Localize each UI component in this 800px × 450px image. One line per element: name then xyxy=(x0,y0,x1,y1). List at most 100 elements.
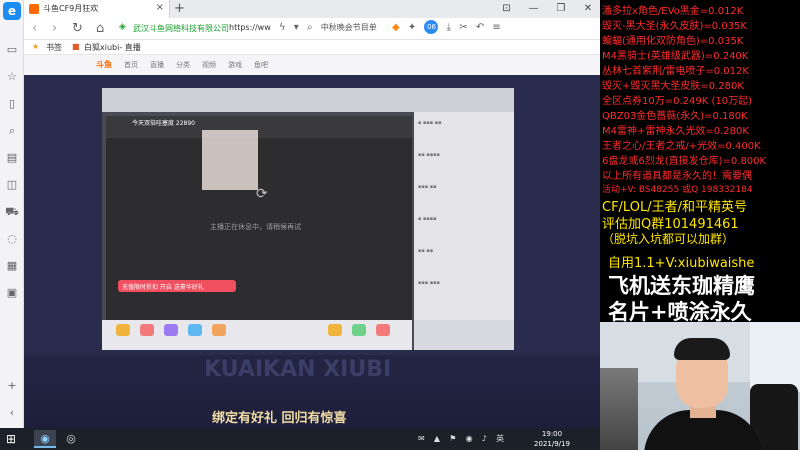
extension-icon[interactable]: ✦ xyxy=(408,22,416,33)
gift-icon[interactable] xyxy=(164,324,178,336)
dropdown-icon[interactable]: ▾ xyxy=(294,22,299,33)
cart-icon[interactable]: ⛟ xyxy=(4,204,20,220)
web-page: 斗鱼 首页 直播 分类 视频 游戏 鱼吧 今天双倍哇塞度 22890 ⟳ 主播正… xyxy=(24,55,600,428)
maximize-button[interactable]: ❐ xyxy=(549,0,573,18)
microphone xyxy=(600,368,638,450)
browser-window: e ▭ ☆ ▯ ⌕ ▤ ◫ ⛟ ◌ ▦ ▣ + ‹ 斗鱼CF9月狂欢 × + ⊡… xyxy=(0,0,600,428)
book-icon[interactable]: ▯ xyxy=(4,96,20,112)
game-icon[interactable]: ◆ xyxy=(392,22,400,33)
extension-badge[interactable]: 06 xyxy=(424,20,439,34)
minimize-button[interactable]: — xyxy=(522,0,546,18)
gift-icon[interactable] xyxy=(116,324,130,336)
chat-panel[interactable]: ▪ ▪▪▪ ▪▪ ▪▪ ▪▪▪▪ ▪▪▪ ▪▪ ▪ ▪▪▪▪ ▪▪ ▪▪ ▪▪▪… xyxy=(414,112,514,350)
close-window-button[interactable]: ✕ xyxy=(576,0,600,18)
gift-icon[interactable] xyxy=(328,324,342,336)
tray-ime-icon[interactable]: 英 xyxy=(496,433,504,444)
price-line: 毁灭-黑大圣(永久皮肤)=0.035K xyxy=(602,21,747,32)
gift-icon[interactable] xyxy=(352,324,366,336)
gift-bar xyxy=(102,320,412,350)
chat-input[interactable] xyxy=(414,320,514,350)
chat-line: ▪▪ ▪▪ xyxy=(418,248,434,254)
taskbar-browser-app[interactable]: ◉ xyxy=(34,430,56,448)
obs-app-icon: ◎ xyxy=(66,432,76,445)
browser-app-icon: ◉ xyxy=(40,432,50,445)
back-button[interactable]: ‹ xyxy=(32,21,37,36)
video-icon[interactable]: ▣ xyxy=(4,285,20,301)
tray-expand-icon[interactable]: ▲ xyxy=(434,434,440,443)
promo-banner[interactable]: KUAIKAN XIUBI 绑定有好礼 回归有惊喜 xyxy=(24,355,600,428)
price-line: QBZ03金色蔷薇(永久)=0.180K xyxy=(602,111,748,122)
site-nav-item[interactable]: 直播 xyxy=(150,60,164,70)
lightning-icon[interactable]: ϟ xyxy=(279,22,286,33)
box-icon[interactable]: ◫ xyxy=(4,177,20,193)
bookmark-star-icon: ★ xyxy=(32,42,40,51)
forward-button[interactable]: › xyxy=(52,21,57,36)
player-title-bar: 今天双倍哇塞度 22890 xyxy=(106,116,412,138)
tab-list-icon[interactable]: ▭ xyxy=(4,42,20,58)
site-nav-item[interactable]: 游戏 xyxy=(228,60,242,70)
chat-line: ▪ ▪▪▪▪ xyxy=(418,216,437,222)
price-line: 潘多拉x角色/EVo黑金=0.012K xyxy=(602,6,744,17)
site-nav-item[interactable]: 首页 xyxy=(124,60,138,70)
price-line: 毁灭+毁灭黑大圣皮肤=0.280K xyxy=(602,81,744,92)
tab-active[interactable]: 斗鱼CF9月狂欢 × xyxy=(24,0,170,18)
home-button[interactable]: ⌂ xyxy=(96,21,104,36)
tray-flag-icon[interactable]: ⚑ xyxy=(449,434,456,443)
site-nav-item[interactable]: 分类 xyxy=(176,60,190,70)
site-nav-item[interactable]: 视频 xyxy=(202,60,216,70)
refresh-button[interactable]: ↻ xyxy=(72,21,83,36)
news-icon[interactable]: ▤ xyxy=(4,150,20,166)
url-text: https://ww xyxy=(229,23,271,32)
tray-volume-icon[interactable]: ♪ xyxy=(482,434,487,443)
player-status: 主播正在休息中，请稍候再试 xyxy=(210,223,301,231)
start-button[interactable]: ⊞ xyxy=(6,432,16,446)
gift-icon[interactable] xyxy=(212,324,226,336)
tray-network-icon[interactable]: ◉ xyxy=(466,434,473,443)
clock[interactable]: 19:00 2021/9/19 xyxy=(530,429,574,449)
collapse-icon[interactable]: ‹ xyxy=(4,405,20,421)
search-hint[interactable]: 中秋晚会节目单 xyxy=(321,22,377,33)
price-line: 以上所有道具都是永久的！需要偶 xyxy=(602,171,752,182)
contact-line: 自用1.1+V:xiubiwaishe xyxy=(608,256,755,271)
menu-icon[interactable]: ≡ xyxy=(492,22,500,33)
account-line: （脱坑入坑都可以加群） xyxy=(602,232,735,246)
gift-icon[interactable] xyxy=(376,324,390,336)
site-nav-item[interactable]: 鱼吧 xyxy=(254,60,268,70)
recharge-banner[interactable]: 充值限时折扣 开启 送豪华好礼 xyxy=(118,280,236,292)
window-controls: ⊡ — ❐ ✕ xyxy=(494,0,600,18)
bookmark-folder[interactable]: 书签 xyxy=(46,42,62,53)
url-site-name: 武汉斗鱼网络科技有限公司 xyxy=(133,24,229,33)
cut-icon[interactable]: ✂ xyxy=(459,22,467,33)
tray-mail-icon[interactable]: ✉ xyxy=(418,434,425,443)
tab-manager-button[interactable]: ⊡ xyxy=(494,0,518,18)
loading-icon: ⟳ xyxy=(256,186,268,202)
chat-icon[interactable]: ◌ xyxy=(4,231,20,247)
streamer-hair xyxy=(674,338,730,360)
system-tray: ✉ ▲ ⚑ ◉ ♪ 英 xyxy=(418,433,510,444)
download-icon[interactable]: ⤓ xyxy=(447,22,451,33)
undo-icon[interactable]: ↶ xyxy=(476,22,484,33)
bookmark-item[interactable]: 白狐xiubi- 直播 xyxy=(84,42,141,53)
video-player[interactable]: 今天双倍哇塞度 22890 ⟳ 主播正在休息中，请稍候再试 充值限时折扣 开启 … xyxy=(106,116,412,320)
tab-close-button[interactable]: × xyxy=(156,2,164,13)
clock-date: 2021/9/19 xyxy=(534,440,570,448)
add-icon[interactable]: + xyxy=(4,378,20,394)
search-icon[interactable]: ⌕ xyxy=(4,123,20,139)
price-line: M4雷神+雷神永久光效=0.280K xyxy=(602,126,749,137)
chat-line: ▪▪▪ ▪▪ xyxy=(418,184,437,190)
price-line: 6盘龙或6烈龙(直接发仓库)=0.800K xyxy=(602,156,767,167)
star-icon[interactable]: ☆ xyxy=(4,69,20,85)
douyu-favicon-icon xyxy=(29,4,39,14)
taskbar-obs-app[interactable]: ◎ xyxy=(60,430,82,448)
gift-icon[interactable] xyxy=(188,324,202,336)
price-line: 王者之心/王者之戒/+光效=0.400K xyxy=(602,141,761,152)
browser-logo-icon[interactable]: e xyxy=(3,2,21,20)
webcam-window xyxy=(750,322,800,392)
site-logo[interactable]: 斗鱼 xyxy=(96,59,112,70)
promo-background-text: KUAIKAN XIUBI xyxy=(204,357,392,382)
gift-icon[interactable] xyxy=(140,324,154,336)
calendar-icon[interactable]: ▦ xyxy=(4,258,20,274)
search-engine-icon[interactable]: ⌕ xyxy=(307,22,313,33)
new-tab-button[interactable]: + xyxy=(174,0,185,18)
price-line: 活动+V: BS48255 或Q 198332184 xyxy=(602,185,753,195)
